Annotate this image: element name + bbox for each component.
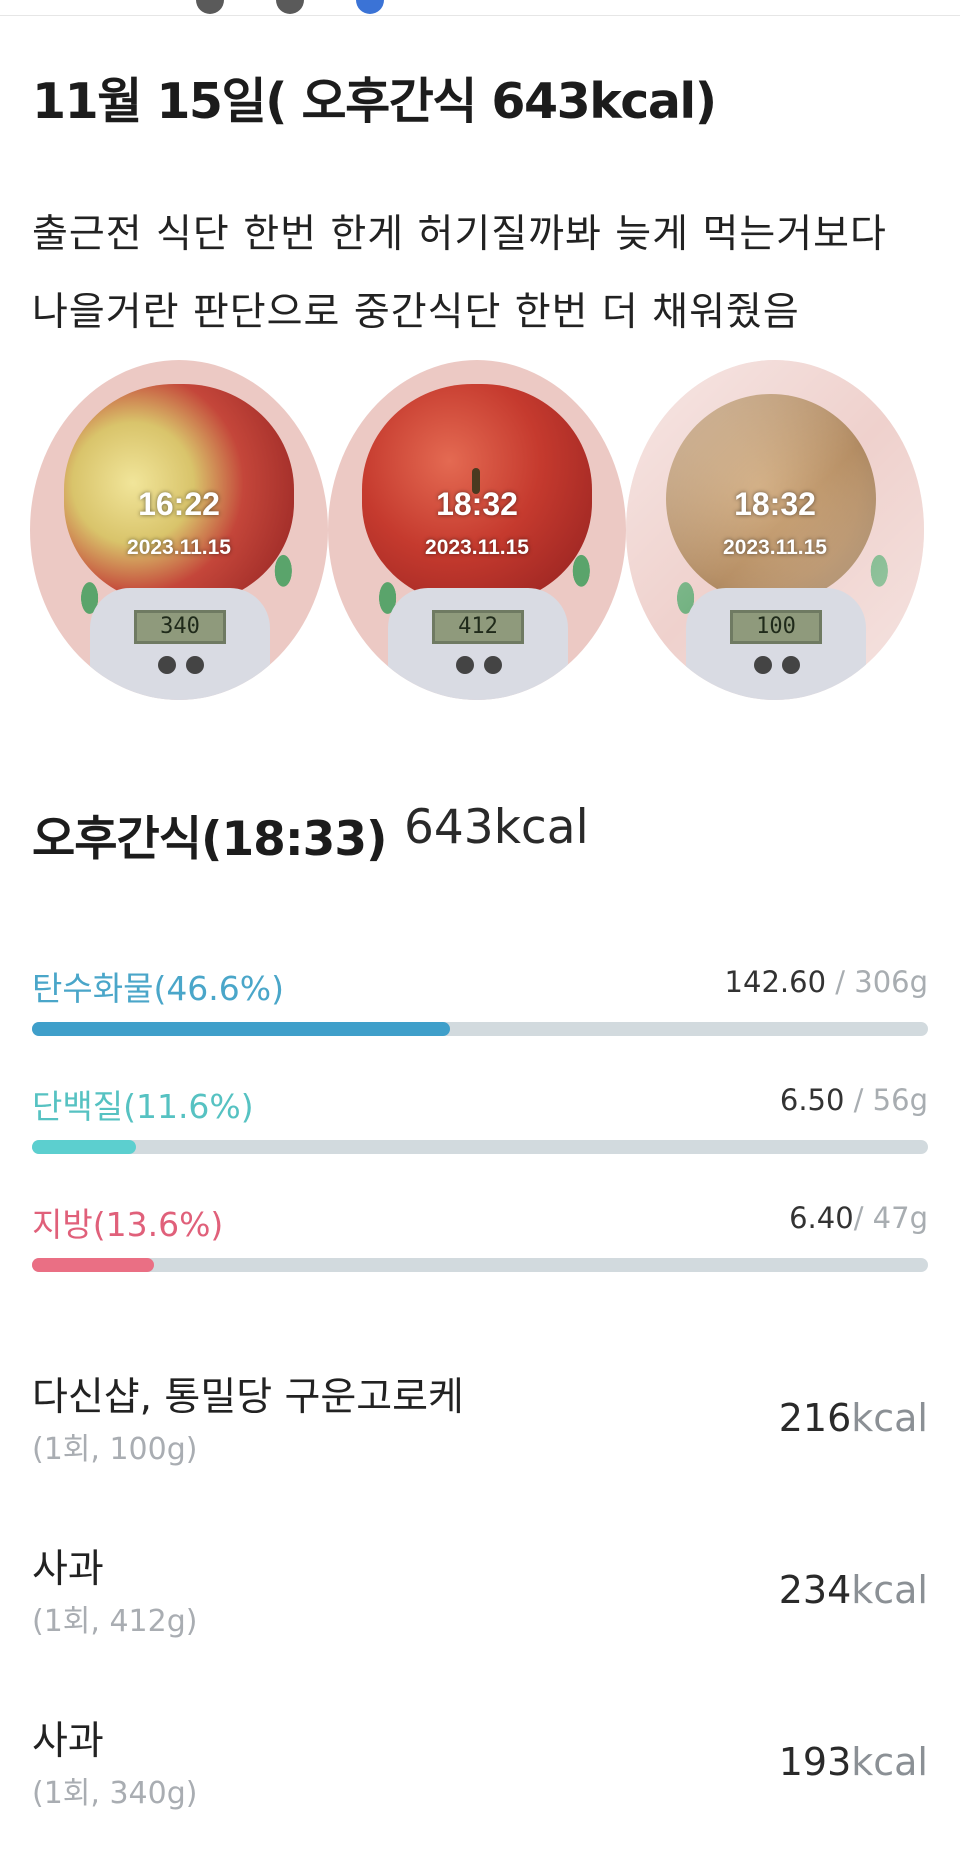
kitchen-scale-icon: 100: [686, 588, 866, 700]
macro-label: 탄수화물(46.6%): [32, 969, 285, 1008]
top-tab-bar: [0, 0, 960, 16]
scale-display: 100: [730, 610, 822, 644]
food-name: 사과: [32, 1547, 104, 1592]
photo-time: 16:22: [138, 486, 220, 522]
food-item[interactable]: 사과 (1회, 340g) 193kcal: [32, 1710, 928, 1840]
food-kcal: 193kcal: [778, 1740, 928, 1784]
macro-label: 지방(13.6%): [32, 1205, 224, 1244]
macro-amount: 142.60 / 306g: [724, 965, 928, 999]
scale-display: 412: [432, 610, 524, 644]
food-name: 사과: [32, 1719, 104, 1764]
photo-date: 2023.11.15: [425, 536, 529, 559]
page-title: 11월 15일( 오후간식 643kcal): [32, 73, 717, 130]
macro-amount: 6.40/ 47g: [789, 1201, 928, 1235]
macro-fat: 지방(13.6%) 6.40/ 47g: [32, 1198, 928, 1278]
macro-progress-bar: [32, 1140, 928, 1154]
meal-header: 오후간식(18:33) 643kcal: [32, 800, 589, 869]
macro-protein: 단백질(11.6%) 6.50 / 56g: [32, 1080, 928, 1160]
food-photo[interactable]: 340 16:22 2023.11.15: [30, 360, 328, 700]
macro-progress-bar: [32, 1258, 928, 1272]
macro-progress-bar: [32, 1022, 928, 1036]
photo-date: 2023.11.15: [723, 536, 827, 559]
food-name: 다신샵, 통밀당 구운고로케: [32, 1375, 464, 1420]
photo-time: 18:32: [734, 486, 816, 522]
macro-carbohydrate: 탄수화물(46.6%) 142.60 / 306g: [32, 962, 928, 1042]
macro-amount: 6.50 / 56g: [779, 1083, 928, 1117]
food-photo[interactable]: 100 18:32 2023.11.15: [626, 360, 924, 700]
food-kcal: 216kcal: [778, 1396, 928, 1440]
post-description: 출근전 식단 한번 한게 허기질까봐 늦게 먹는거보다 나을거란 판단으로 중간…: [32, 212, 887, 335]
food-item[interactable]: 사과 (1회, 412g) 234kcal: [32, 1538, 928, 1668]
food-serving: (1회, 100g): [32, 1432, 198, 1467]
food-kcal: 234kcal: [778, 1568, 928, 1612]
meal-kcal: 643kcal: [404, 800, 589, 855]
food-item[interactable]: 다신샵, 통밀당 구운고로케 (1회, 100g) 216kcal: [32, 1366, 928, 1496]
kitchen-scale-icon: 340: [90, 588, 270, 700]
tab-indicator-active-icon[interactable]: [356, 0, 384, 14]
tab-indicator-icon[interactable]: [196, 0, 224, 14]
meal-detail-page: 11월 15일( 오후간식 643kcal) 출근전 식단 한번 한게 허기질까…: [0, 0, 960, 1872]
photo-date: 2023.11.15: [127, 536, 231, 559]
food-serving: (1회, 412g): [32, 1604, 198, 1639]
food-photo[interactable]: 412 18:32 2023.11.15: [328, 360, 626, 700]
meal-name: 오후간식(18:33): [32, 812, 388, 867]
macro-label: 단백질(11.6%): [32, 1087, 254, 1126]
food-serving: (1회, 340g): [32, 1776, 198, 1811]
photo-gallery: 340 16:22 2023.11.15 412 18:32 2023.11.1…: [30, 360, 930, 700]
scale-display: 340: [134, 610, 226, 644]
tab-indicator-icon[interactable]: [276, 0, 304, 14]
kitchen-scale-icon: 412: [388, 588, 568, 700]
photo-time: 18:32: [436, 486, 518, 522]
